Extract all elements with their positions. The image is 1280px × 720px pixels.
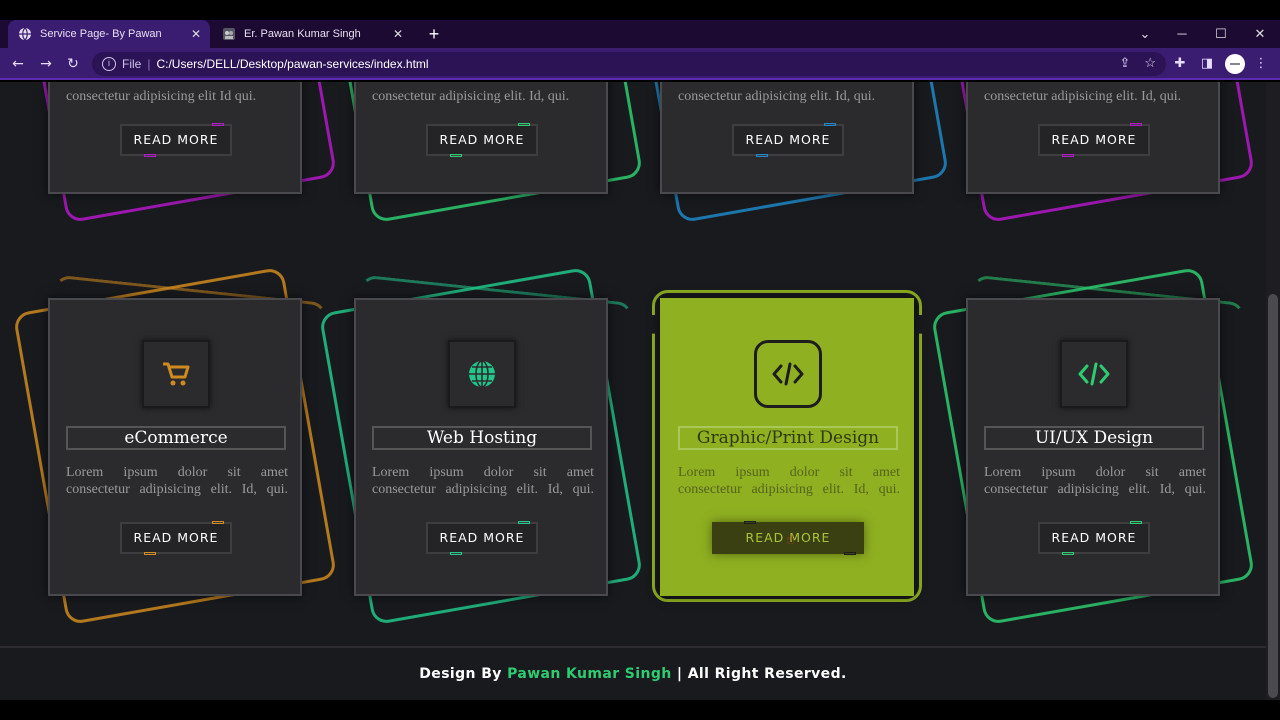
footer-author-link[interactable]: Pawan Kumar Singh <box>507 666 672 682</box>
service-card[interactable]: Graphic/Print Design Lorem ipsum dolor si… <box>660 298 914 596</box>
button-accent-mark <box>450 552 462 555</box>
tab-search-icon[interactable]: ⌄ <box>1130 24 1160 44</box>
service-title: eCommerce <box>66 426 286 450</box>
button-accent-mark <box>1062 154 1074 157</box>
profile-favicon-icon <box>222 27 236 41</box>
forward-arrow-icon[interactable]: → <box>36 54 56 74</box>
service-description: consectetur adipisicing elit. Id, qui. <box>372 89 570 104</box>
new-tab-button[interactable]: + <box>424 24 444 44</box>
bookmark-star-icon[interactable]: ☆ <box>1144 55 1156 71</box>
read-more-button[interactable]: READ MORE <box>1038 521 1150 555</box>
read-more-button[interactable]: READ MORE <box>732 123 844 157</box>
service-description: Lorem ipsum dolor sit amet consectetur a… <box>984 465 1206 497</box>
menu-kebab-icon[interactable]: ⋮ <box>1251 54 1271 74</box>
reload-icon[interactable]: ↻ <box>63 54 83 74</box>
footer-prefix: Design By <box>419 666 508 682</box>
address-separator: | <box>147 57 151 71</box>
read-more-label: READ MORE <box>745 132 831 147</box>
button-accent-mark <box>1062 552 1074 555</box>
service-description: Lorem ipsum dolor sit amet consectetur a… <box>372 465 594 497</box>
browser-tab-bar: Service Page- By Pawan ✕ Er. Pawan Kumar… <box>0 0 1280 48</box>
address-actions: ⇪ ☆ <box>1119 55 1156 71</box>
button-accent-mark <box>450 154 462 157</box>
read-more-label: READ MORE <box>133 132 219 147</box>
service-description: consectetur adipisicing elit Id qui. <box>66 89 257 104</box>
tab-title: Er. Pawan Kumar Singh <box>244 28 361 40</box>
service-card[interactable]: consectetur adipisicing elit. Id, qui. RE… <box>354 82 608 194</box>
footer: Design By Pawan Kumar Singh | All Right … <box>0 646 1266 700</box>
read-more-label: READ MORE <box>439 530 525 545</box>
service-card[interactable]: consectetur adipisicing elit Id qui. READ… <box>48 82 302 194</box>
side-panel-icon[interactable]: ◨ <box>1197 54 1217 74</box>
hand-cursor-icon: ☝ <box>786 532 795 548</box>
shopping-cart-icon <box>142 340 210 408</box>
code-icon <box>754 340 822 408</box>
screen-bottom-edge <box>0 700 1280 720</box>
service-description: consectetur adipisicing elit. Id, qui. <box>678 89 876 104</box>
read-more-button[interactable]: READ MORE <box>1038 123 1150 157</box>
service-description: Lorem ipsum dolor sit amet consectetur a… <box>66 465 288 497</box>
button-accent-mark <box>824 123 836 126</box>
button-accent-mark <box>212 123 224 126</box>
button-accent-mark <box>518 521 530 524</box>
service-card[interactable]: UI/UX Design Lorem ipsum dolor sit amet c… <box>966 298 1220 596</box>
service-card[interactable]: consectetur adipisicing elit. Id, qui. RE… <box>966 82 1220 194</box>
close-tab-icon[interactable]: ✕ <box>390 27 406 41</box>
page-scrollbar[interactable] <box>1266 82 1280 700</box>
service-title: UI/UX Design <box>984 426 1204 450</box>
service-card[interactable]: consectetur adipisicing elit. Id, qui. RE… <box>660 82 914 194</box>
read-more-label: READ MORE <box>1051 530 1137 545</box>
button-accent-mark <box>844 552 856 555</box>
close-window-button[interactable]: ✕ <box>1245 24 1275 44</box>
globe-icon <box>448 340 516 408</box>
title-strip <box>0 0 1280 20</box>
maximize-button[interactable]: ☐ <box>1206 24 1236 44</box>
tab-service-page[interactable]: Service Page- By Pawan ✕ <box>8 20 210 48</box>
browser-toolbar: ← → ↻ i File | C:/Users/DELL/Desktop/paw… <box>0 48 1280 80</box>
read-more-button[interactable]: READ MORE <box>120 521 232 555</box>
service-description: consectetur adipisicing elit. Id, qui. <box>984 89 1182 104</box>
scrollbar-thumb[interactable] <box>1268 294 1278 698</box>
minimize-button[interactable]: ─ <box>1167 24 1197 44</box>
read-more-label: READ MORE <box>439 132 525 147</box>
service-card[interactable]: Web Hosting Lorem ipsum dolor sit amet co… <box>354 298 608 596</box>
button-accent-mark <box>756 154 768 157</box>
tab-pawan-kumar-singh[interactable]: Er. Pawan Kumar Singh ✕ <box>212 20 412 48</box>
address-bar[interactable]: i File | C:/Users/DELL/Desktop/pawan-ser… <box>92 52 1166 76</box>
code-icon <box>1060 340 1128 408</box>
scheme-label: File <box>122 57 142 71</box>
read-more-button[interactable]: READ MORE <box>426 123 538 157</box>
service-title: Web Hosting <box>372 426 592 450</box>
service-card[interactable]: eCommerce Lorem ipsum dolor sit amet cons… <box>48 298 302 596</box>
url-text[interactable]: C:/Users/DELL/Desktop/pawan-services/ind… <box>156 57 428 71</box>
page-viewport: consectetur adipisicing elit Id qui. READ… <box>0 82 1266 700</box>
extensions-puzzle-icon[interactable]: ✚ <box>1170 54 1190 74</box>
service-title: Graphic/Print Design <box>678 426 898 450</box>
button-accent-mark <box>144 552 156 555</box>
globe-icon <box>18 27 32 41</box>
footer-suffix: | All Right Reserved. <box>671 666 847 682</box>
share-icon[interactable]: ⇪ <box>1119 55 1130 71</box>
button-accent-mark <box>212 521 224 524</box>
profile-avatar[interactable] <box>1225 54 1245 74</box>
button-accent-mark <box>744 521 756 524</box>
button-accent-mark <box>1130 521 1142 524</box>
back-arrow-icon[interactable]: ← <box>8 54 28 74</box>
read-more-button[interactable]: READ MORE <box>120 123 232 157</box>
button-accent-mark <box>518 123 530 126</box>
tab-title: Service Page- By Pawan <box>40 28 162 40</box>
close-tab-icon[interactable]: ✕ <box>188 27 204 41</box>
button-accent-mark <box>1130 123 1142 126</box>
read-more-button[interactable]: READ MORE <box>426 521 538 555</box>
read-more-label: READ MORE <box>133 530 219 545</box>
info-icon[interactable]: i <box>102 57 116 71</box>
service-description: Lorem ipsum dolor sit amet consectetur a… <box>678 465 900 497</box>
button-accent-mark <box>144 154 156 157</box>
read-more-label: READ MORE <box>1051 132 1137 147</box>
